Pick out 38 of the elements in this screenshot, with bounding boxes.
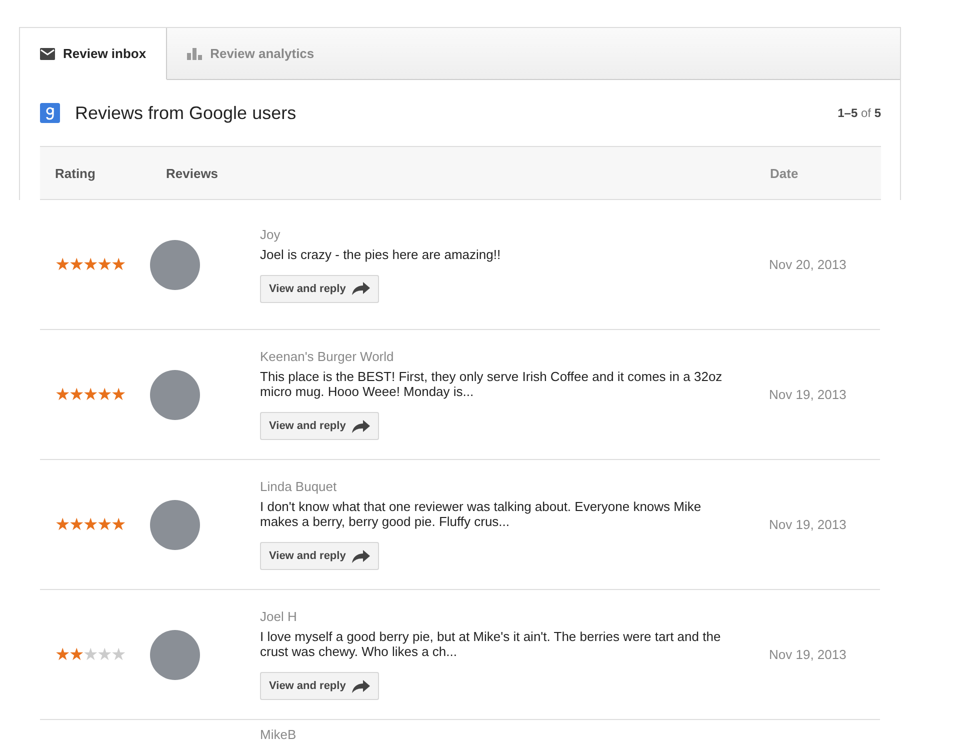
envelope-icon bbox=[40, 48, 55, 60]
star-rating: ★★★★★ bbox=[55, 644, 125, 665]
avatar-placeholder bbox=[150, 240, 200, 290]
review-date: Nov 19, 2013 bbox=[769, 516, 846, 532]
reply-arrow-icon bbox=[352, 420, 370, 432]
view-and-reply-button[interactable]: View and reply bbox=[260, 274, 379, 302]
avatar-placeholder bbox=[150, 630, 200, 680]
review-text: I love myself a good berry pie, but at Mike's it ain't. The berries were tart and the crust was chewy. Who likes a ch... bbox=[260, 629, 722, 659]
pagination-count: 1–5 of 5 bbox=[838, 106, 881, 120]
reviewer-name: Linda Buquet bbox=[260, 479, 338, 494]
reviewer-name: Keenan's Burger World bbox=[260, 349, 395, 364]
view-and-reply-button[interactable]: View and reply bbox=[260, 542, 379, 570]
star-rating: ★★★★★ bbox=[55, 384, 125, 405]
tab[interactable]: Review inbox bbox=[20, 28, 168, 80]
column-header: Date bbox=[770, 166, 800, 180]
review-date: Nov 20, 2013 bbox=[769, 256, 846, 272]
reply-arrow-icon bbox=[352, 550, 370, 562]
avatar-placeholder bbox=[150, 370, 200, 420]
reviewer-name: Joel H bbox=[260, 609, 298, 624]
review-date: Nov 19, 2013 bbox=[769, 386, 846, 402]
review-text: I don't know what that one reviewer was talking about. Everyone knows Mike makes a berry, berry good pie. Fluffy crus... bbox=[260, 499, 702, 529]
review-date: Nov 19, 2013 bbox=[769, 646, 846, 662]
column-header: Reviews bbox=[166, 166, 220, 180]
star-rating: ★★★★★ bbox=[55, 254, 125, 275]
section-title: Reviews from Google users bbox=[75, 102, 298, 124]
avatar-placeholder bbox=[150, 500, 200, 550]
review-text: This place is the BEST! First, they only serve Irish Coffee and it comes in a 32oz micro mug. Hooo Weee! Monday is... bbox=[260, 369, 724, 399]
reviewer-name: MikeB bbox=[260, 727, 298, 742]
review-text: Joel is crazy - the pies here are amazing!! bbox=[260, 246, 502, 262]
view-and-reply-button[interactable]: View and reply bbox=[260, 412, 379, 440]
bar-chart-icon bbox=[187, 48, 202, 60]
reply-arrow-icon bbox=[352, 680, 370, 692]
reviewer-name: Joy bbox=[260, 226, 282, 242]
google-logo-icon bbox=[40, 103, 60, 123]
view-and-reply-button[interactable]: View and reply bbox=[260, 672, 379, 700]
star-rating: ★★★★★ bbox=[55, 514, 125, 535]
column-header: Rating bbox=[54, 166, 96, 180]
reply-arrow-icon bbox=[352, 282, 370, 295]
